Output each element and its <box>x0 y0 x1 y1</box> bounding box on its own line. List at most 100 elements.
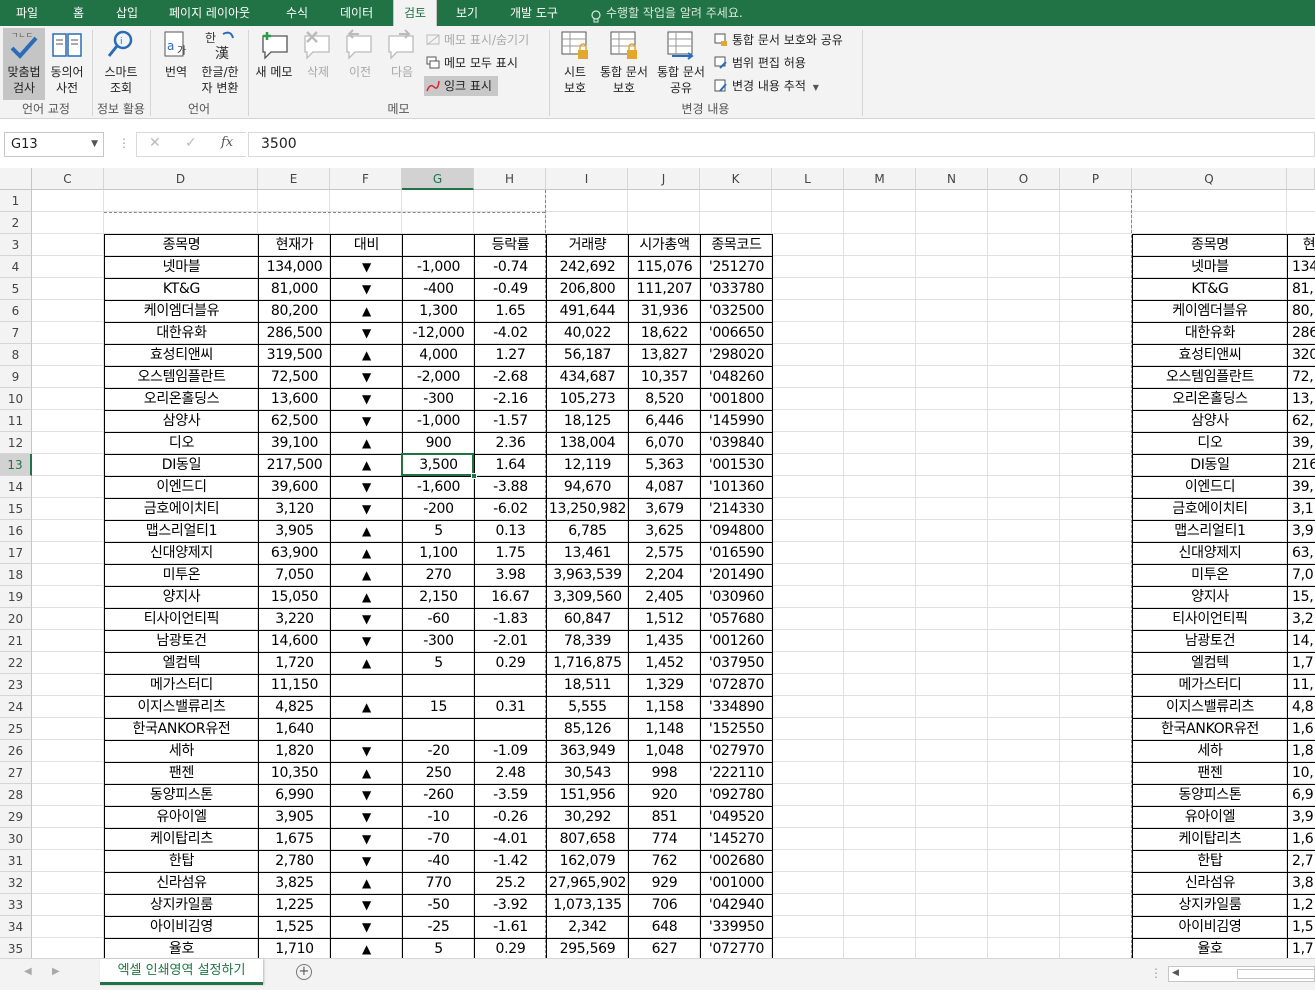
table-cell[interactable]: 3,905 <box>259 520 330 542</box>
table-cell[interactable]: 5 <box>403 520 474 542</box>
row-header-5[interactable]: 5 <box>0 278 32 300</box>
table-cell[interactable]: 363,949 <box>547 740 628 762</box>
q-cell-price[interactable]: 3,8 <box>1288 872 1315 894</box>
enter-icon[interactable]: ✓ <box>185 135 197 151</box>
table-cell[interactable]: -0.49 <box>475 278 546 300</box>
table-cell[interactable]: -400 <box>403 278 474 300</box>
cancel-icon[interactable]: ✕ <box>149 135 161 151</box>
q-cell-name[interactable]: 세하 <box>1133 740 1287 762</box>
column-header-m[interactable]: M <box>844 168 916 190</box>
table-cell[interactable]: '032500 <box>701 300 772 322</box>
q-cell-price[interactable]: 81, <box>1288 278 1315 300</box>
table-cell[interactable]: ▲ <box>331 762 402 784</box>
q-cell-price[interactable]: 2,7 <box>1288 850 1315 872</box>
q-cell-price[interactable]: 39, <box>1288 432 1315 454</box>
table-cell[interactable]: ▼ <box>331 498 402 520</box>
table-cell[interactable]: 39,100 <box>259 432 330 454</box>
q-cell-price[interactable]: 3,1 <box>1288 498 1315 520</box>
table-cell[interactable]: '298020 <box>701 344 772 366</box>
row-header-23[interactable]: 23 <box>0 674 32 696</box>
track-changes-button[interactable]: 변경 내용 추적 ▼ <box>712 76 819 96</box>
table-cell[interactable]: 648 <box>629 916 700 938</box>
table-cell[interactable]: -1,000 <box>403 410 474 432</box>
table-cell[interactable]: 295,569 <box>547 938 628 960</box>
q-cell-price[interactable]: 320 <box>1288 344 1315 366</box>
table-cell[interactable]: '002680 <box>701 850 772 872</box>
table-cell[interactable]: 63,900 <box>259 542 330 564</box>
table-cell[interactable]: 남광토건 <box>105 630 258 652</box>
table-cell[interactable]: 2,575 <box>629 542 700 564</box>
table-header-cell[interactable]: 현재가 <box>259 234 330 256</box>
new-comment-button[interactable]: 새 메모 <box>252 28 296 100</box>
show-all-comments-button[interactable]: 메모 모두 표시 <box>424 53 518 73</box>
thesaurus-button[interactable]: 동의어 사전 <box>46 28 88 100</box>
table-cell[interactable]: '092780 <box>701 784 772 806</box>
row-header-28[interactable]: 28 <box>0 784 32 806</box>
row-header-34[interactable]: 34 <box>0 916 32 938</box>
table-cell[interactable]: 양지사 <box>105 586 258 608</box>
table-cell[interactable]: 270 <box>403 564 474 586</box>
table-cell[interactable]: '152550 <box>701 718 772 740</box>
table-cell[interactable]: 0.31 <box>475 696 546 718</box>
tell-me-box[interactable]: 수행할 작업을 알려 주세요. <box>590 0 743 26</box>
table-cell[interactable]: ▼ <box>331 322 402 344</box>
table-cell[interactable]: 1,100 <box>403 542 474 564</box>
table-cell[interactable]: ▼ <box>331 894 402 916</box>
row-header-6[interactable]: 6 <box>0 300 32 322</box>
table-cell[interactable]: 0.29 <box>475 652 546 674</box>
table-cell[interactable]: 706 <box>629 894 700 916</box>
table-cell[interactable] <box>475 718 546 740</box>
table-cell[interactable]: -20 <box>403 740 474 762</box>
table-cell[interactable]: '214330 <box>701 498 772 520</box>
table-cell[interactable]: -2,000 <box>403 366 474 388</box>
table-cell[interactable]: 319,500 <box>259 344 330 366</box>
table-cell[interactable]: 6,070 <box>629 432 700 454</box>
table-cell[interactable]: 115,076 <box>629 256 700 278</box>
q-cell-price[interactable]: 72, <box>1288 366 1315 388</box>
table-cell[interactable]: 유아이엘 <box>105 806 258 828</box>
q-cell-name[interactable]: 남광토건 <box>1133 630 1287 652</box>
table-cell[interactable]: '339950 <box>701 916 772 938</box>
table-cell[interactable]: '101360 <box>701 476 772 498</box>
column-header-i[interactable]: I <box>546 168 628 190</box>
table-cell[interactable]: '072870 <box>701 674 772 696</box>
table-cell[interactable]: '001260 <box>701 630 772 652</box>
table-cell[interactable]: '251270 <box>701 256 772 278</box>
table-cell[interactable]: 1.27 <box>475 344 546 366</box>
q-cell-name[interactable]: 한국ANKOR유전 <box>1133 718 1287 740</box>
table-cell[interactable]: KT&G <box>105 278 258 300</box>
table-cell[interactable]: -1.57 <box>475 410 546 432</box>
tab-insert[interactable]: 삽입 <box>116 0 138 26</box>
translate-button[interactable]: a가 번역 <box>156 28 196 100</box>
table-cell[interactable]: 3,905 <box>259 806 330 828</box>
table-cell[interactable]: 1,225 <box>259 894 330 916</box>
table-cell[interactable]: 4,000 <box>403 344 474 366</box>
table-cell[interactable]: -3.92 <box>475 894 546 916</box>
table-cell[interactable]: 105,273 <box>547 388 628 410</box>
table-cell[interactable]: -60 <box>403 608 474 630</box>
table-cell[interactable]: 2,342 <box>547 916 628 938</box>
table-cell[interactable]: 1,300 <box>403 300 474 322</box>
q-cell-name[interactable]: 오스템임플란트 <box>1133 366 1287 388</box>
table-cell[interactable] <box>475 674 546 696</box>
table-cell[interactable]: 1,048 <box>629 740 700 762</box>
table-cell[interactable]: 11,150 <box>259 674 330 696</box>
table-cell[interactable]: 신대양제지 <box>105 542 258 564</box>
q-cell-name[interactable]: 메가스터디 <box>1133 674 1287 696</box>
table-cell[interactable]: 미투온 <box>105 564 258 586</box>
table-cell[interactable]: 13,250,982 <box>547 498 628 520</box>
table-cell[interactable]: -2.68 <box>475 366 546 388</box>
table-cell[interactable]: -3.59 <box>475 784 546 806</box>
table-header-cell[interactable]: 종목코드 <box>701 234 772 256</box>
table-cell[interactable]: -50 <box>403 894 474 916</box>
protect-sheet-button[interactable]: 시트 보호 <box>556 28 594 100</box>
column-header-f[interactable]: F <box>330 168 402 190</box>
q-cell-price[interactable]: 3,9 <box>1288 806 1315 828</box>
scroll-tabs-left-icon[interactable]: ◀ <box>24 966 32 977</box>
q-cell-price[interactable]: 3,2 <box>1288 608 1315 630</box>
q-cell-name[interactable]: 이엔드디 <box>1133 476 1287 498</box>
table-cell[interactable]: -300 <box>403 630 474 652</box>
fill-handle[interactable] <box>471 473 477 479</box>
row-header-14[interactable]: 14 <box>0 476 32 498</box>
table-cell[interactable]: '001800 <box>701 388 772 410</box>
